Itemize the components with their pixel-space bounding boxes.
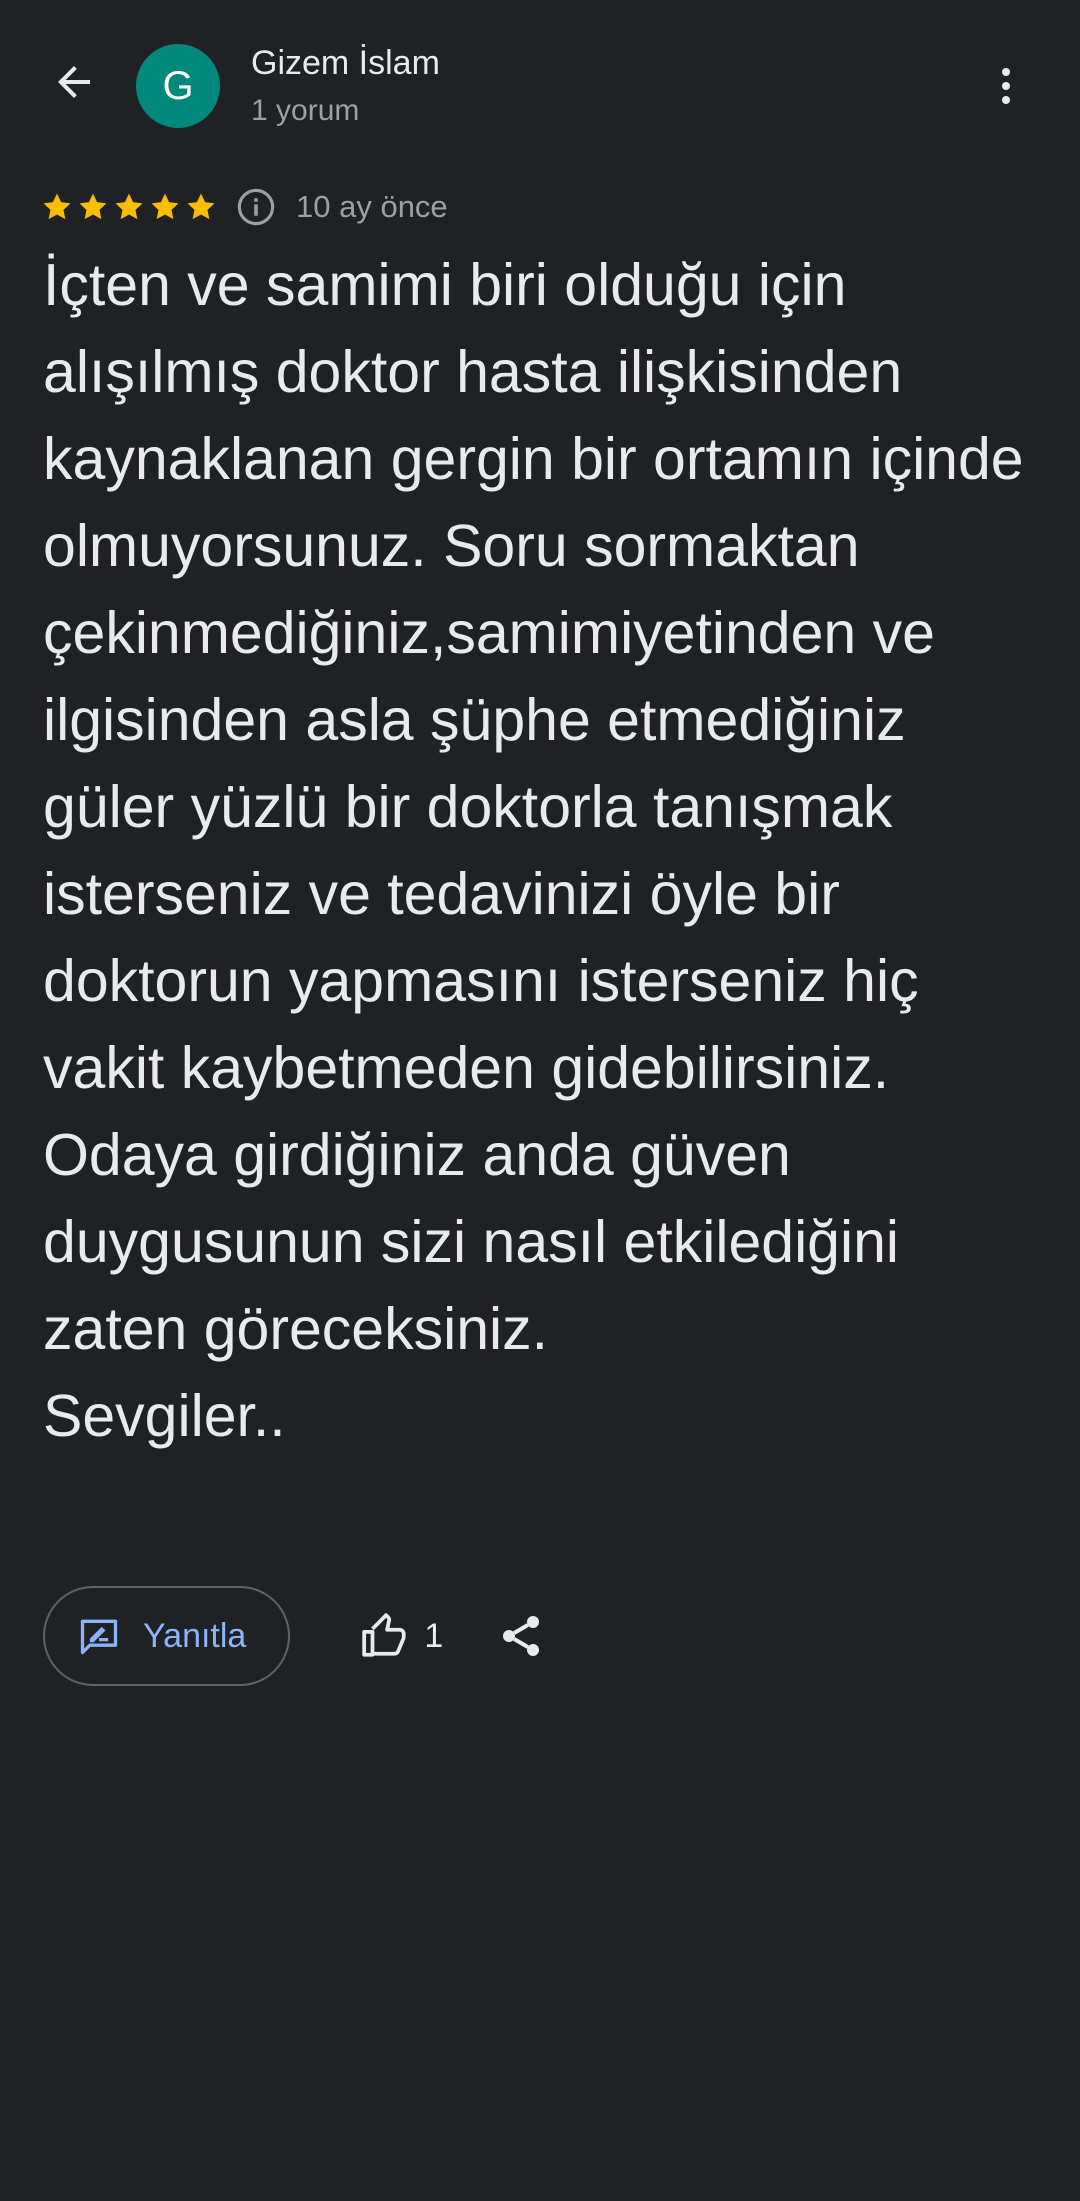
reply-button[interactable]: Yanıtla xyxy=(43,1586,291,1686)
star-rating xyxy=(40,190,218,224)
like-button[interactable]: 1 xyxy=(360,1611,443,1661)
review-header: G Gizem İslam 1 yorum xyxy=(0,0,1080,170)
more-options-button[interactable] xyxy=(966,46,1046,126)
star-icon xyxy=(187,193,215,220)
star-icon xyxy=(151,193,179,220)
like-count: 1 xyxy=(424,1616,444,1655)
author-name[interactable]: Gizem İslam xyxy=(251,44,440,83)
star-icon xyxy=(115,193,143,220)
star-icon xyxy=(43,193,71,220)
arrow-back-icon xyxy=(58,66,90,98)
review-date: 10 ay önce xyxy=(296,189,448,224)
more-vert-icon xyxy=(1002,68,1010,104)
info-icon xyxy=(237,188,275,226)
star-icon xyxy=(79,193,107,220)
share-icon xyxy=(503,1616,540,1656)
share-button[interactable] xyxy=(493,1608,549,1664)
review-actions: Yanıtla 1 xyxy=(43,1584,549,1688)
rating-row: 10 ay önce xyxy=(40,182,448,232)
back-button[interactable] xyxy=(34,42,114,122)
avatar-letter: G xyxy=(162,63,194,108)
author-review-count: 1 yorum xyxy=(251,94,360,127)
avatar[interactable]: G xyxy=(136,44,220,128)
reply-icon xyxy=(77,1614,121,1658)
info-button[interactable] xyxy=(234,185,278,229)
reply-label: Yanıtla xyxy=(143,1616,247,1655)
review-text: İçten ve samimi biri olduğu için alışılm… xyxy=(43,252,1024,1449)
thumb-up-icon xyxy=(360,1611,410,1661)
